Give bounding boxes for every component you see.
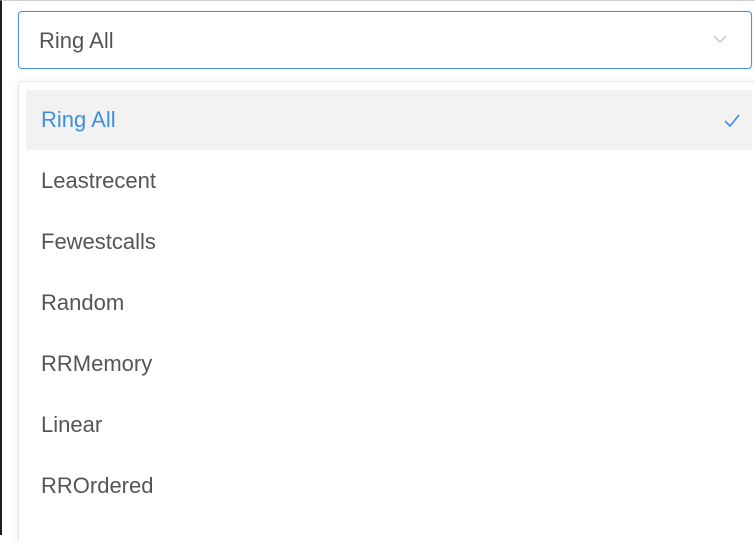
checkmark-icon bbox=[724, 114, 740, 128]
option-rrmemory[interactable]: RRMemory bbox=[26, 334, 752, 394]
select-value: Ring All bbox=[39, 28, 114, 53]
option-label: RROrdered bbox=[41, 473, 154, 498]
dropdown-menu: Ring All Leastrecent Fewestcalls Random … bbox=[18, 81, 755, 541]
option-ring-all[interactable]: Ring All bbox=[26, 90, 752, 150]
option-label: Fewestcalls bbox=[41, 229, 156, 254]
option-linear[interactable]: Linear bbox=[26, 395, 752, 455]
option-label: Random bbox=[41, 290, 125, 315]
option-label: Ring All bbox=[41, 107, 116, 132]
chevron-down-icon bbox=[713, 35, 727, 43]
window-frame: Ring All Ring All Leastrecent Fewestcall… bbox=[0, 0, 755, 541]
option-label: Linear bbox=[41, 412, 103, 437]
option-random[interactable]: Random bbox=[26, 273, 752, 333]
option-leastrecent[interactable]: Leastrecent bbox=[26, 151, 752, 211]
option-rrordered[interactable]: RROrdered bbox=[26, 456, 752, 516]
option-fewestcalls[interactable]: Fewestcalls bbox=[26, 212, 752, 272]
strategy-select[interactable]: Ring All bbox=[18, 11, 752, 69]
option-label: Leastrecent bbox=[41, 168, 156, 193]
option-label: RRMemory bbox=[41, 351, 153, 376]
